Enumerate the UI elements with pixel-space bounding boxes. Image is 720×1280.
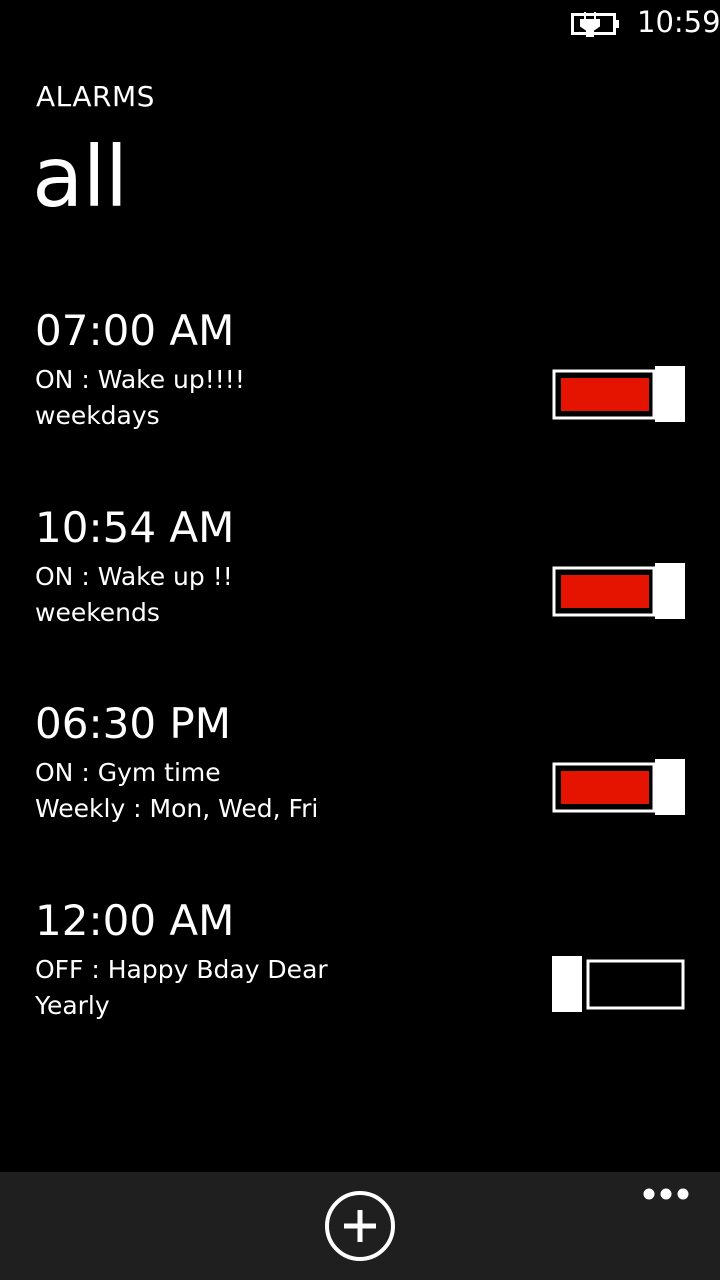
alarm-label: ON : Wake up !! xyxy=(35,561,233,591)
alarm-toggle-switch[interactable] xyxy=(552,562,685,619)
alarm-repeat: Weekly : Mon, Wed, Fri xyxy=(35,794,319,823)
alarm-item[interactable]: 12:00 AM OFF : Happy Bday Dear Yearly xyxy=(0,890,720,1087)
app-bar xyxy=(0,1172,720,1280)
status-time: 10:59 xyxy=(637,5,720,39)
alarm-repeat: Yearly xyxy=(35,990,110,1020)
alarm-item[interactable]: 07:00 AM ON : Wake up!!!! weekdays xyxy=(0,300,720,497)
alarm-label: ON : Gym time xyxy=(35,758,221,787)
alarm-item[interactable]: 10:54 AM ON : Wake up !! weekends xyxy=(0,497,720,694)
alarm-time: 10:54 AM xyxy=(35,502,235,552)
alarm-repeat: weekends xyxy=(35,597,160,627)
battery-charging-icon xyxy=(571,12,619,37)
alarm-toggle-switch[interactable] xyxy=(552,759,685,815)
alarm-time: 07:00 AM xyxy=(35,306,235,355)
alarm-list: 07:00 AM ON : Wake up!!!! weekdays 10:54… xyxy=(0,300,720,1086)
pivot-title[interactable]: all xyxy=(32,122,128,232)
alarm-repeat: weekdays xyxy=(35,401,160,430)
alarm-label: ON : Wake up!!!! xyxy=(35,365,245,394)
alarm-time: 12:00 AM xyxy=(35,895,235,945)
more-icon[interactable] xyxy=(640,1182,692,1206)
add-icon[interactable] xyxy=(324,1190,396,1262)
status-bar: 10:59 xyxy=(0,0,720,48)
alarm-label: OFF : Happy Bday Dear xyxy=(35,954,328,984)
app-title: ALARMS xyxy=(36,80,155,113)
alarm-time: 06:30 PM xyxy=(35,699,231,748)
alarm-toggle-switch[interactable] xyxy=(552,955,685,1012)
alarm-toggle-switch[interactable] xyxy=(552,366,685,422)
alarm-item[interactable]: 06:30 PM ON : Gym time Weekly : Mon, Wed… xyxy=(0,693,720,890)
